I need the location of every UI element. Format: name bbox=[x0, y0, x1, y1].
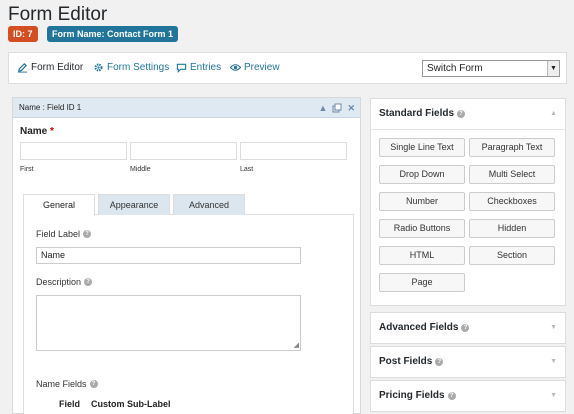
field-label-input[interactable]: Name bbox=[36, 247, 301, 264]
advanced-fields-box: Advanced Fields ? ▼ bbox=[370, 312, 566, 344]
field-settings-box: General Appearance Advanced Field Label … bbox=[23, 194, 354, 414]
last-sub-label: Last bbox=[240, 166, 254, 173]
help-icon[interactable]: ? bbox=[447, 392, 456, 400]
resize-handle-icon[interactable]: ◢ bbox=[294, 342, 299, 349]
caret-down-icon: ▼ bbox=[550, 358, 557, 365]
standard-fields-header[interactable]: Standard Fields ? ▲ bbox=[371, 99, 565, 129]
field-header-label: Name : Field ID 1 bbox=[19, 103, 82, 112]
help-icon[interactable]: ? bbox=[83, 230, 92, 238]
tab-advanced[interactable]: Advanced bbox=[173, 194, 245, 215]
first-name-input[interactable] bbox=[20, 142, 127, 160]
speech-bubble-icon bbox=[176, 63, 187, 73]
hidden-button[interactable]: Hidden bbox=[469, 219, 555, 238]
switch-form-select[interactable]: Switch Form ▼ bbox=[422, 60, 560, 77]
column-header-custom-sub-label: Custom Sub-Label bbox=[91, 399, 171, 409]
description-heading: Description ? bbox=[36, 277, 93, 287]
standard-fields-box: Standard Fields ? ▲ Single Line Text Par… bbox=[370, 98, 566, 306]
page-button[interactable]: Page bbox=[379, 273, 465, 292]
radio-buttons-button[interactable]: Radio Buttons bbox=[379, 219, 465, 238]
single-line-text-button[interactable]: Single Line Text bbox=[379, 138, 465, 157]
checkboxes-button[interactable]: Checkboxes bbox=[469, 192, 555, 211]
form-settings-link[interactable]: Form Settings bbox=[93, 62, 169, 73]
standard-fields-title: Standard Fields bbox=[379, 108, 455, 119]
help-icon[interactable]: ? bbox=[457, 110, 466, 118]
eye-icon bbox=[230, 64, 241, 71]
form-editor-link[interactable]: Form Editor bbox=[17, 62, 83, 73]
column-header-field: Field bbox=[59, 399, 81, 409]
number-button[interactable]: Number bbox=[379, 192, 465, 211]
name-fields-heading: Name Fields ? bbox=[36, 379, 98, 389]
preview-link[interactable]: Preview bbox=[230, 62, 280, 73]
switch-form-value: Switch Form bbox=[427, 63, 483, 74]
first-sub-label: First bbox=[20, 166, 34, 173]
post-fields-header[interactable]: Post Fields ? ▼ bbox=[371, 347, 565, 377]
field-label-heading: Field Label ? bbox=[36, 229, 92, 239]
tab-general[interactable]: General bbox=[23, 194, 95, 216]
post-fields-box: Post Fields ? ▼ bbox=[370, 346, 566, 378]
help-icon[interactable]: ? bbox=[84, 278, 93, 286]
pencil-icon bbox=[17, 62, 28, 73]
tab-appearance[interactable]: Appearance bbox=[98, 194, 170, 215]
description-textarea[interactable]: ◢ bbox=[36, 295, 301, 351]
help-icon[interactable]: ? bbox=[89, 380, 98, 388]
help-icon[interactable]: ? bbox=[461, 324, 470, 332]
description-text: Description bbox=[36, 277, 82, 287]
section-button[interactable]: Section bbox=[469, 246, 555, 265]
form-settings-label: Form Settings bbox=[107, 62, 170, 73]
caret-up-icon: ▲ bbox=[550, 110, 557, 117]
form-editor-label: Form Editor bbox=[31, 62, 84, 73]
middle-sub-label: Middle bbox=[130, 166, 151, 173]
html-button[interactable]: HTML bbox=[379, 246, 465, 265]
preview-label: Preview bbox=[244, 62, 280, 73]
caret-down-icon: ▼ bbox=[550, 392, 557, 399]
advanced-fields-title: Advanced Fields bbox=[379, 322, 459, 333]
field-panel: Name : Field ID 1 ▲ ✕ Name * First Middl… bbox=[12, 97, 361, 414]
field-header-actions: ▲ ✕ bbox=[319, 98, 355, 118]
entries-label: Entries bbox=[190, 62, 222, 73]
advanced-fields-header[interactable]: Advanced Fields ? ▼ bbox=[371, 313, 565, 343]
field-header[interactable]: Name : Field ID 1 ▲ ✕ bbox=[13, 98, 360, 118]
field-title: Name * bbox=[20, 126, 54, 137]
delete-icon[interactable]: ✕ bbox=[347, 98, 355, 118]
form-name-badge: Form Name: Contact Form 1 bbox=[47, 26, 179, 42]
pricing-fields-title: Pricing Fields bbox=[379, 390, 445, 401]
duplicate-icon[interactable] bbox=[332, 103, 342, 113]
post-fields-title: Post Fields bbox=[379, 356, 433, 367]
field-label-text: Field Label bbox=[36, 229, 81, 239]
help-icon[interactable]: ? bbox=[435, 358, 444, 366]
collapse-icon[interactable]: ▲ bbox=[319, 98, 328, 118]
last-name-input[interactable] bbox=[240, 142, 347, 160]
gear-icon bbox=[94, 63, 103, 72]
drop-down-button[interactable]: Drop Down bbox=[379, 165, 465, 184]
editor-toolbar: Form Editor Form Settings Entries Previe… bbox=[8, 52, 567, 84]
caret-down-icon: ▼ bbox=[550, 324, 557, 331]
page-title: Form Editor bbox=[8, 4, 108, 25]
middle-name-input[interactable] bbox=[130, 142, 237, 160]
name-fields-text: Name Fields bbox=[36, 379, 87, 389]
field-title-text: Name bbox=[20, 126, 48, 137]
entries-link[interactable]: Entries bbox=[176, 62, 221, 73]
chevron-down-icon: ▼ bbox=[547, 61, 559, 76]
pricing-fields-box: Pricing Fields ? ▼ bbox=[370, 380, 566, 412]
multi-select-button[interactable]: Multi Select bbox=[469, 165, 555, 184]
standard-fields-buttons: Single Line Text Paragraph Text Drop Dow… bbox=[371, 129, 565, 297]
paragraph-text-button[interactable]: Paragraph Text bbox=[469, 138, 555, 157]
required-mark: * bbox=[50, 126, 54, 137]
form-id-badge: ID: 7 bbox=[8, 26, 38, 42]
pricing-fields-header[interactable]: Pricing Fields ? ▼ bbox=[371, 381, 565, 411]
